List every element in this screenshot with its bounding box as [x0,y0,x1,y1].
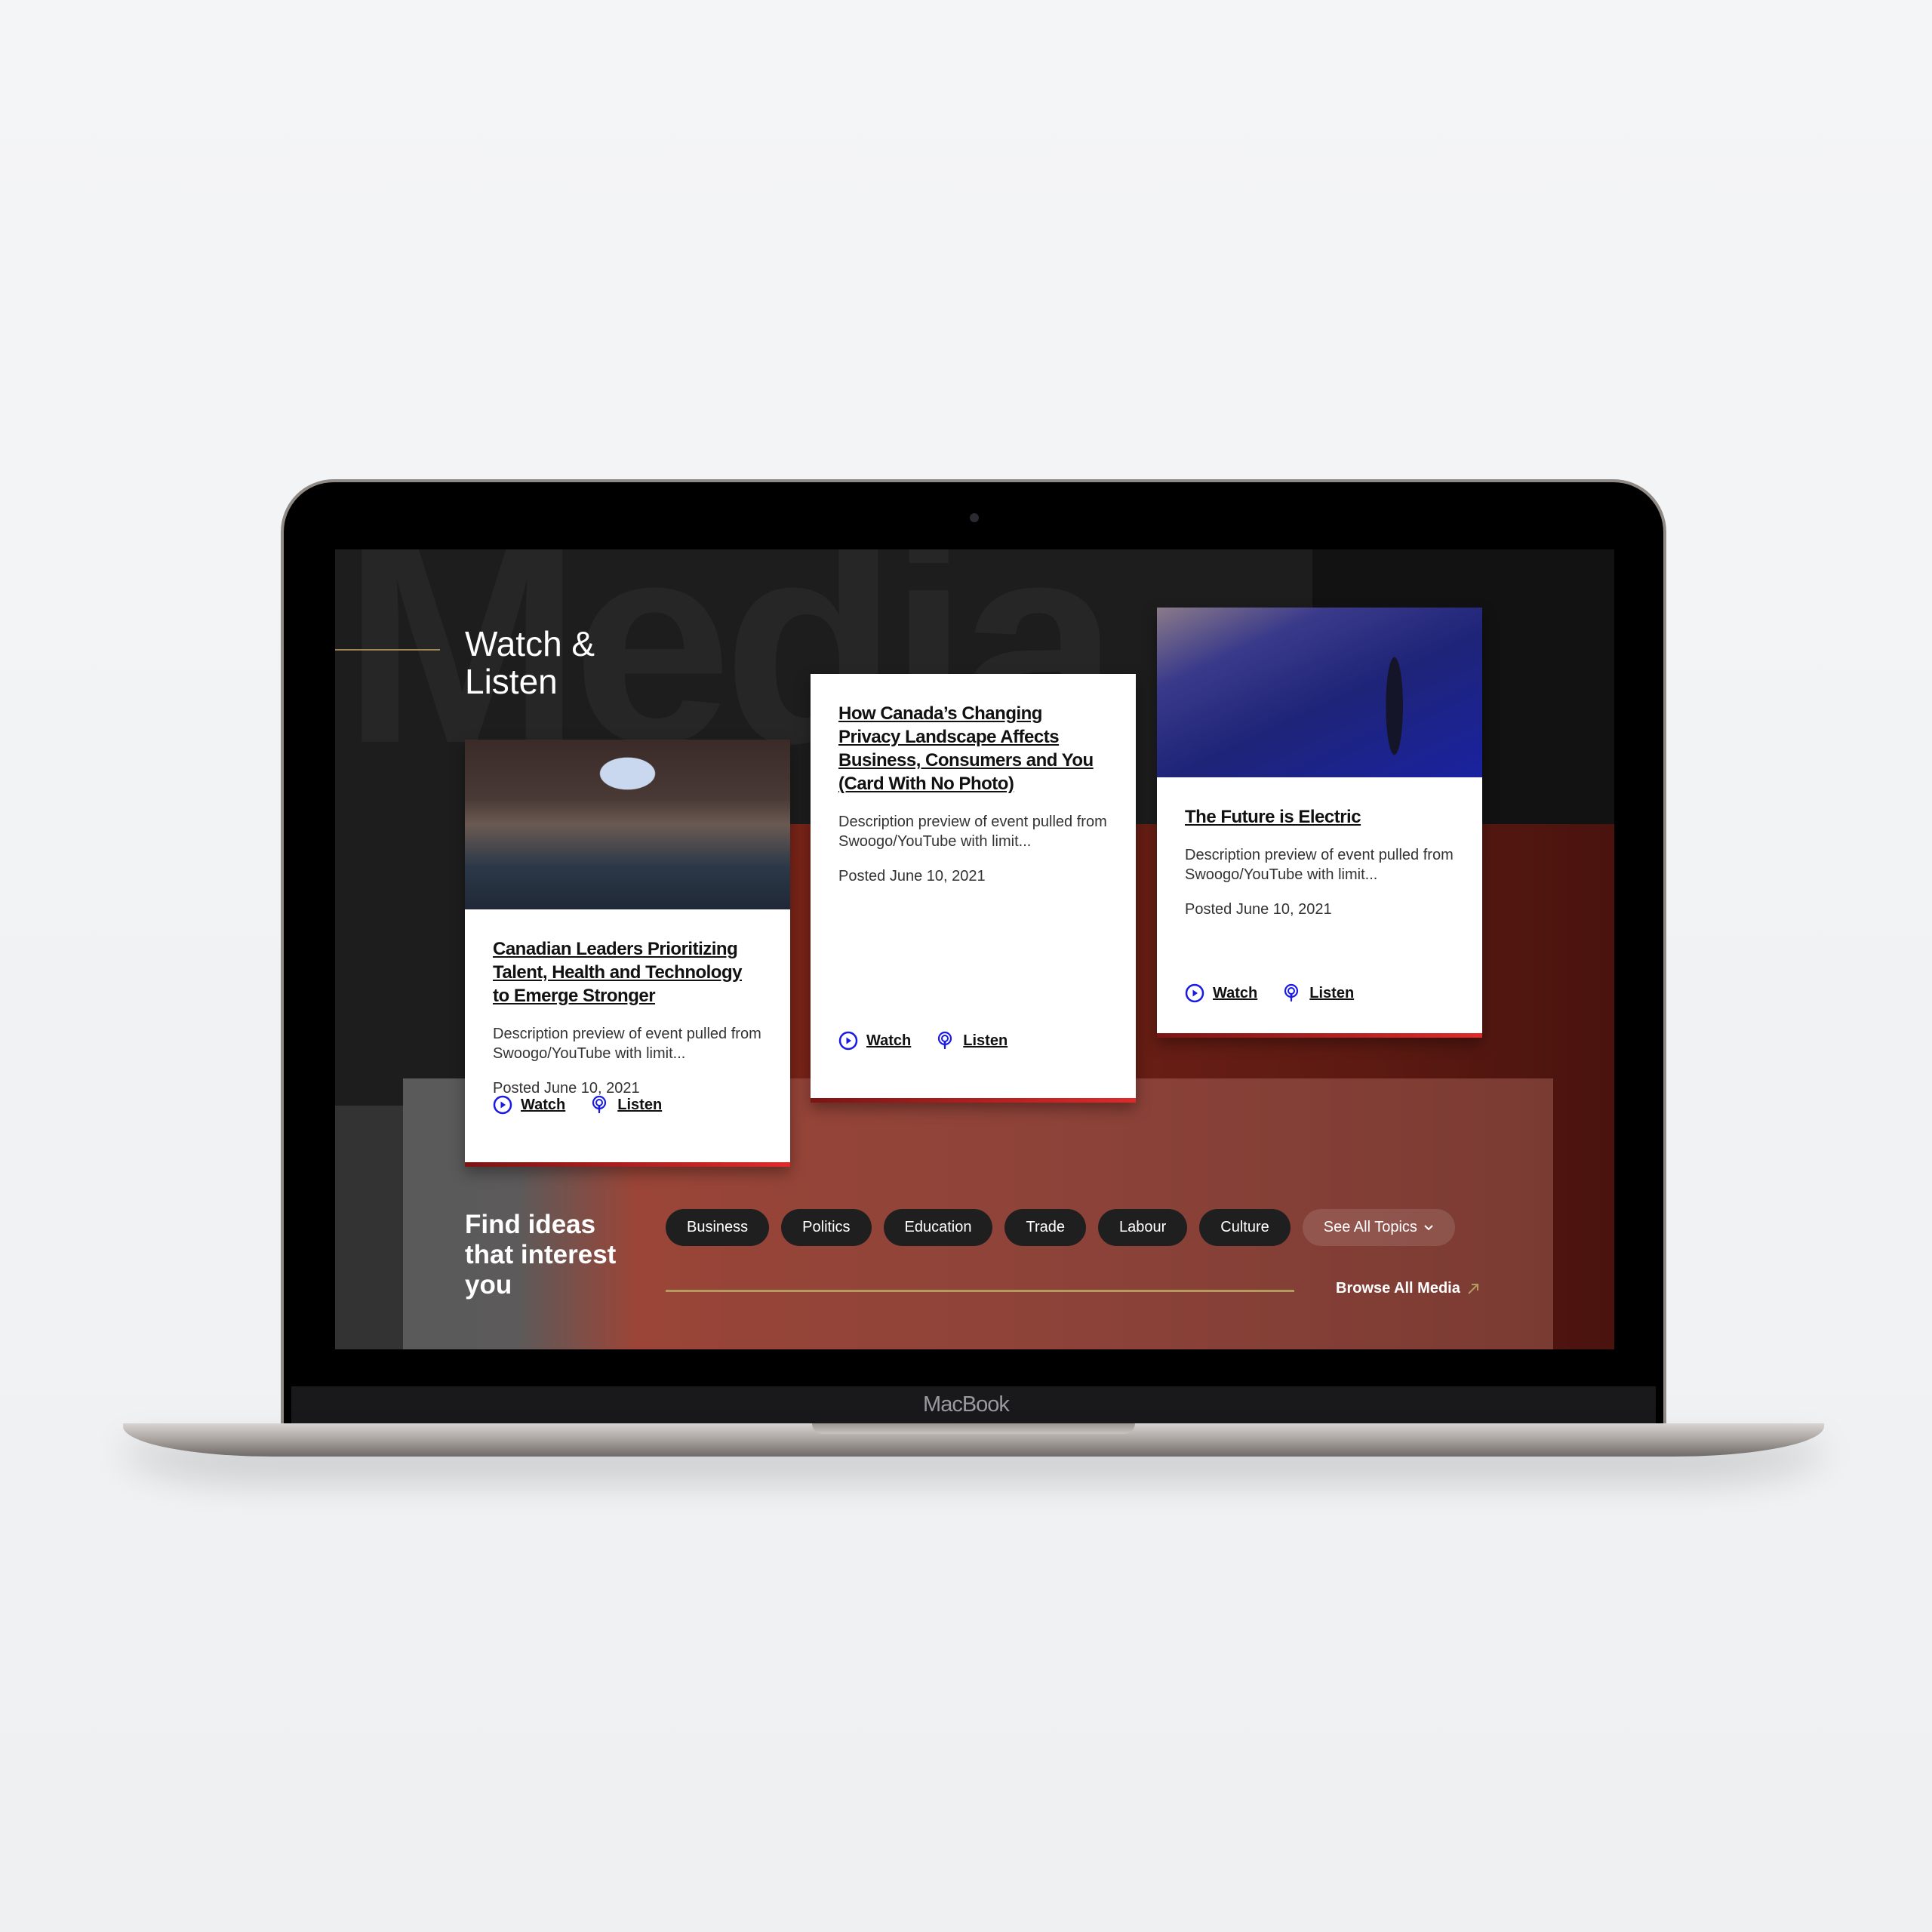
card-photo-speaker [1157,608,1482,777]
media-card: The Future is Electric Description previ… [1157,608,1482,1038]
listen-link[interactable]: Listen [1281,983,1354,1003]
card-description: Description preview of event pulled from… [1185,847,1454,883]
camera [970,513,979,522]
card-description: Description preview of event pulled from… [838,814,1107,850]
see-all-label: See All Topics [1323,1219,1417,1235]
listen-link[interactable]: Listen [589,1095,662,1115]
media-card: Canadian Leaders Prioritizing Talent, He… [465,740,790,1167]
play-circle-icon [493,1095,512,1115]
media-card: How Canada’s Changing Privacy Landscape … [811,674,1136,1103]
divider-line [666,1290,1294,1292]
topic-trade[interactable]: Trade [1004,1209,1086,1246]
topic-labour[interactable]: Labour [1098,1209,1188,1246]
see-all-topics-button[interactable]: See All Topics [1302,1209,1455,1246]
browse-label: Browse All Media [1336,1280,1460,1297]
watch-label: Watch [1213,984,1258,1001]
topic-politics[interactable]: Politics [781,1209,872,1246]
listen-link[interactable]: Listen [935,1031,1008,1051]
watch-label: Watch [521,1096,566,1113]
play-circle-icon [1185,983,1204,1003]
topics-heading: Find ideas that interest you [465,1210,617,1300]
watch-label: Watch [866,1032,912,1049]
podcast-icon [1284,983,1299,1001]
topic-pills: Business Politics Education Trade Labour… [666,1209,1455,1246]
card-title-link[interactable]: The Future is Electric [1185,805,1454,829]
screen: Media Watch & Listen Canadian Leaders Pr… [335,549,1614,1349]
card-title-link[interactable]: How Canada’s Changing Privacy Landscape … [838,702,1108,795]
card-title-link[interactable]: Canadian Leaders Prioritizing Talent, He… [493,937,762,1008]
listen-label: Listen [963,1032,1008,1049]
browse-all-media-link[interactable]: Browse All Media [1336,1280,1480,1297]
laptop-notch [812,1423,1135,1434]
topic-education[interactable]: Education [883,1209,993,1246]
watch-link[interactable]: Watch [1185,983,1257,1003]
listen-label: Listen [617,1096,663,1113]
card-date: Posted June 10, 2021 [1185,901,1332,918]
podcast-icon [938,1031,952,1049]
section-title: Watch & Listen [465,624,595,701]
watch-link[interactable]: Watch [493,1095,565,1115]
chevron-down-icon [1424,1224,1433,1230]
card-photo-audience [465,740,790,909]
play-circle-icon [838,1031,858,1051]
title-accent-line [335,649,440,651]
arrow-up-right-icon [1468,1283,1478,1294]
laptop-base [123,1423,1824,1457]
watch-link[interactable]: Watch [838,1031,911,1051]
listen-label: Listen [1309,984,1355,1001]
podcast-icon [592,1095,607,1113]
card-date: Posted June 10, 2021 [838,868,986,884]
card-description: Description preview of event pulled from… [493,1026,761,1062]
laptop-brand: MacBook [923,1392,1010,1417]
topic-business[interactable]: Business [666,1209,770,1246]
topic-culture[interactable]: Culture [1199,1209,1291,1246]
